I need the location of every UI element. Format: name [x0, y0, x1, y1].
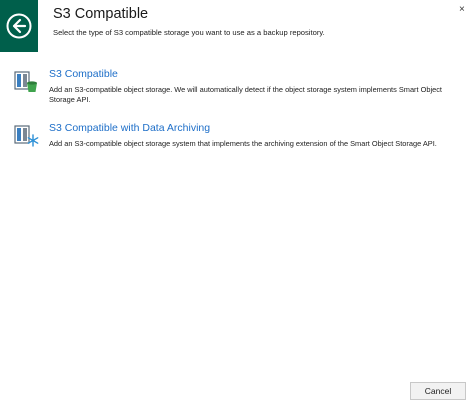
wizard-header: S3 Compatible Select the type of S3 comp… [0, 0, 474, 52]
close-icon[interactable]: × [459, 4, 465, 15]
option-title[interactable]: S3 Compatible [49, 68, 118, 80]
cancel-button[interactable]: Cancel [410, 382, 466, 400]
back-button[interactable] [0, 0, 38, 52]
page-title: S3 Compatible [53, 6, 149, 22]
s3-compatible-storage-icon [14, 71, 37, 92]
back-arrow-icon [6, 13, 32, 39]
footer-divider [0, 371, 474, 372]
option-description: Add an S3-compatible object storage. We … [49, 85, 442, 104]
header-divider [0, 52, 474, 53]
s3-archive-storage-icon [14, 125, 39, 147]
page-subtitle: Select the type of S3 compatible storage… [53, 28, 325, 37]
option-description: Add an S3-compatible object storage syst… [49, 139, 437, 148]
option-title[interactable]: S3 Compatible with Data Archiving [49, 122, 210, 134]
